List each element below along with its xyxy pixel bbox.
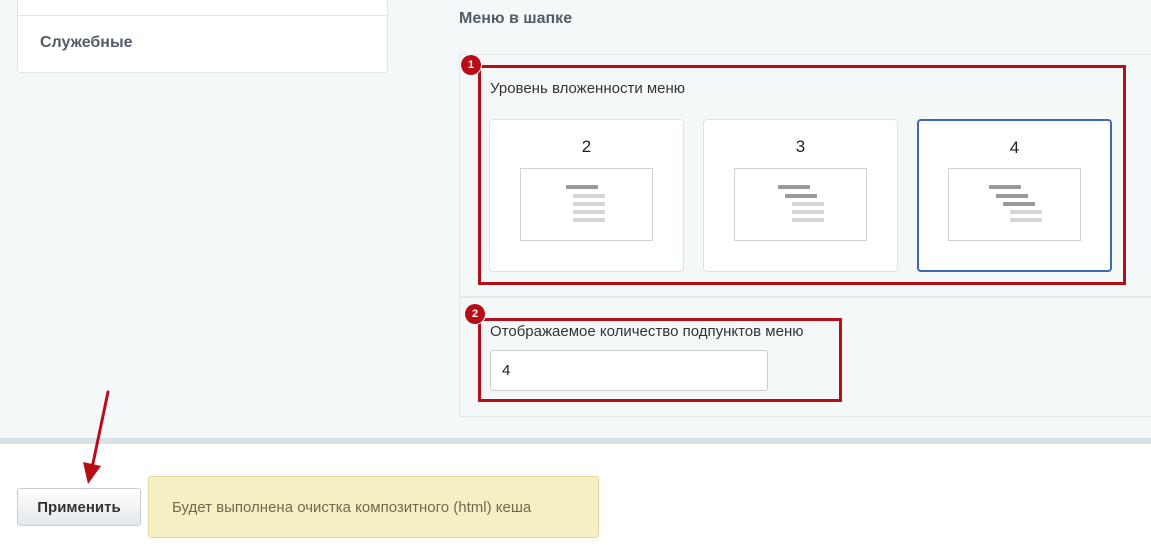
preview-bar <box>1010 218 1042 222</box>
subitems-count-input[interactable] <box>490 350 768 391</box>
preview-bar <box>792 202 824 206</box>
cache-notice-text: Будет выполнена очистка композитного (ht… <box>172 499 532 516</box>
preview-bar <box>785 194 817 198</box>
annotation-marker-1: 1 <box>461 55 481 75</box>
preview-bar <box>1010 210 1042 214</box>
preview-bar <box>989 185 1021 189</box>
sidebar-item-service[interactable]: Служебные <box>40 34 133 52</box>
preview-bar <box>573 194 605 198</box>
preview-bar <box>1003 202 1035 206</box>
nesting-option-2[interactable]: 2 <box>489 119 684 272</box>
menu-preview-icon <box>948 168 1081 241</box>
cache-notice: Будет выполнена очистка композитного (ht… <box>148 476 599 538</box>
nesting-option-4[interactable]: 4 <box>917 119 1112 272</box>
preview-bar <box>566 185 598 189</box>
sidebar-panel: Служебные <box>17 0 388 73</box>
section-title: Меню в шапке <box>459 10 573 27</box>
nesting-option-label: 2 <box>581 137 592 156</box>
nesting-option-label: 4 <box>1009 138 1020 157</box>
preview-bar <box>573 218 605 222</box>
sidebar-divider <box>18 15 387 16</box>
nesting-option-3[interactable]: 3 <box>703 119 898 272</box>
nesting-level-label: Уровень вложенности меню <box>490 80 686 97</box>
apply-button[interactable]: Применить <box>17 488 141 526</box>
annotation-marker-2: 2 <box>465 304 485 324</box>
preview-bar <box>573 210 605 214</box>
nesting-option-label: 3 <box>795 137 806 156</box>
menu-preview-icon <box>734 168 867 241</box>
preview-bar <box>792 210 824 214</box>
subitems-count-label: Отображаемое количество подпунктов меню <box>490 323 804 340</box>
preview-bar <box>996 194 1028 198</box>
preview-bar <box>573 202 605 206</box>
menu-preview-icon <box>520 168 653 241</box>
preview-bar <box>792 218 824 222</box>
preview-bar <box>778 185 810 189</box>
